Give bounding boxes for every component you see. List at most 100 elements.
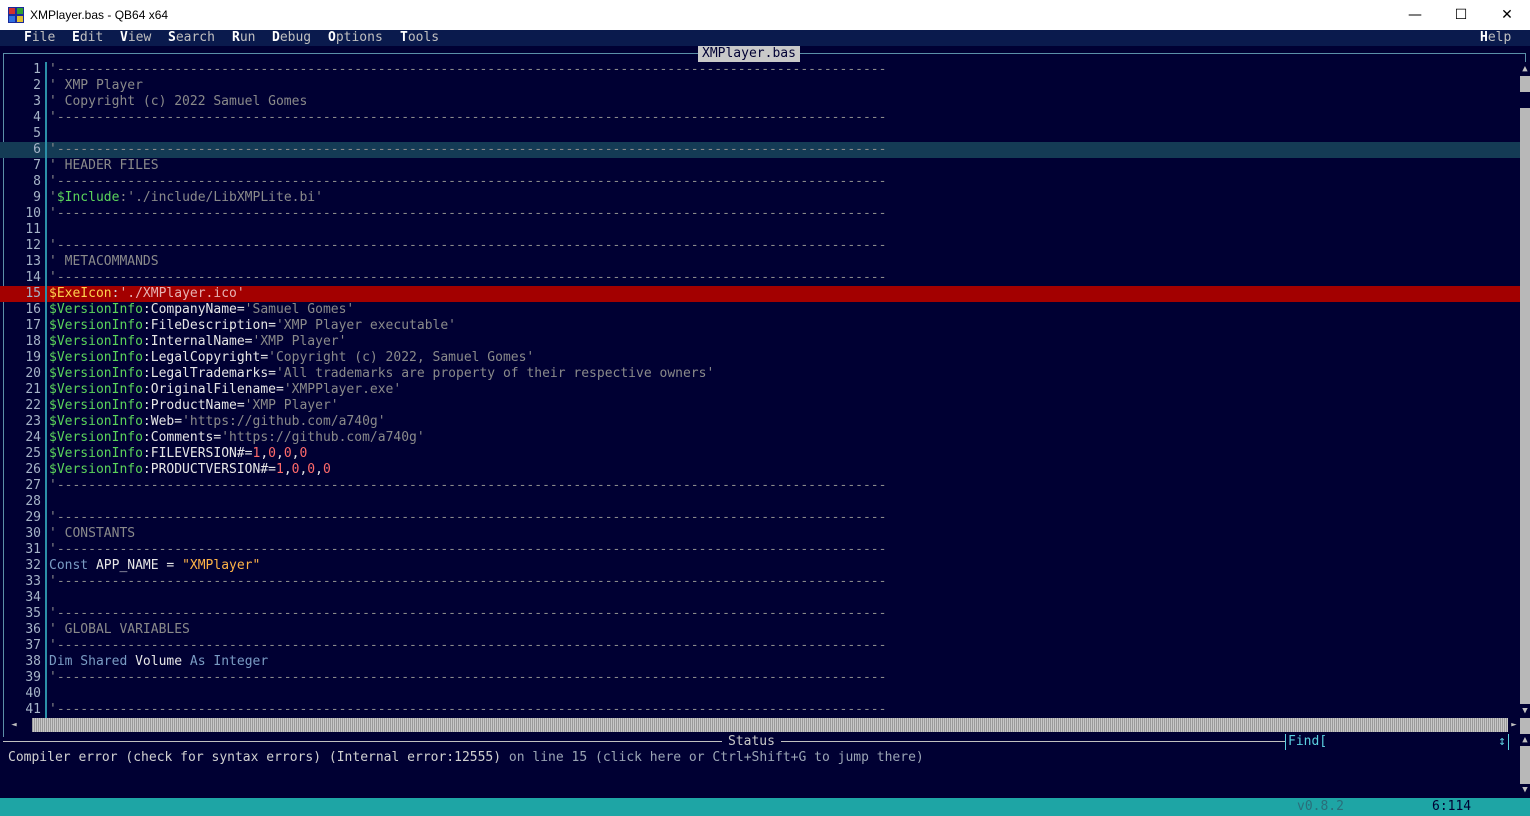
menu-debug[interactable]: Debug [272,30,311,46]
code-line[interactable]: 37 '-------------------------------------… [0,638,1521,654]
code-line[interactable]: 15 $ExeIcon:'./XMPlayer.ico' [0,286,1521,302]
code-line[interactable]: 28 [0,494,1521,510]
code-token: '---------------------------------------… [49,542,887,557]
code-line[interactable]: 4 '--------------------------------------… [0,110,1521,126]
code-token: $VersionInfo [49,350,143,365]
line-number: 24 [25,430,41,445]
code-line[interactable]: 17 $VersionInfo:FileDescription='XMP Play… [0,318,1521,334]
code-line[interactable]: 38 Dim Shared Volume As Integer [0,654,1521,670]
code-line[interactable]: 35 '-------------------------------------… [0,606,1521,622]
vertical-scroll-thumb[interactable] [1520,92,1530,108]
code-token: :CompanyName= [142,302,245,317]
code-line[interactable]: 1 '--------------------------------------… [0,62,1521,78]
scroll-right-arrow-icon[interactable]: ► [1508,718,1520,732]
status-scroll-down-icon[interactable]: ▼ [1520,784,1530,796]
code-line[interactable]: 40 [0,686,1521,702]
line-text: $VersionInfo:InternalName='XMP Player' [49,334,346,350]
code-line[interactable]: 19 $VersionInfo:LegalCopyright='Copyright… [0,350,1521,366]
jump-to-line-hint[interactable]: on line 15 (click here or Ctrl+Shift+G t… [501,750,924,765]
code-token: 'XMP Player' [252,334,347,349]
menu-bar: File Edit View Search Run Debug Options … [0,30,1530,46]
code-line[interactable]: 24 $VersionInfo:Comments='https://github.… [0,430,1521,446]
code-line[interactable]: 27 '-------------------------------------… [0,478,1521,494]
code-line[interactable]: 31 '-------------------------------------… [0,542,1521,558]
code-line[interactable]: 5 [0,126,1521,142]
menu-view[interactable]: View [120,30,151,46]
code-editor[interactable]: 1 '--------------------------------------… [0,62,1521,718]
line-text: $VersionInfo:Comments='https://github.co… [49,430,425,446]
line-text: '---------------------------------------… [49,110,886,126]
code-line[interactable]: 34 [0,590,1521,606]
horizontal-scroll-thumb[interactable] [20,718,32,732]
editor-vertical-scrollbar[interactable]: ▲ ▼ [1520,62,1530,746]
menu-run[interactable]: Run [232,30,255,46]
line-text: ' METACOMMANDS [49,254,159,270]
maximize-icon: ☐ [1454,7,1468,23]
code-line[interactable]: 7 ' HEADER FILES [0,158,1521,174]
code-line[interactable]: 20 $VersionInfo:LegalTrademarks='All trad… [0,366,1521,382]
code-line[interactable]: 18 $VersionInfo:InternalName='XMP Player' [0,334,1521,350]
code-line[interactable]: 41 '-------------------------------------… [0,702,1521,718]
line-text: $VersionInfo:LegalTrademarks='All tradem… [49,366,714,382]
scroll-down-arrow-icon[interactable]: ▼ [1520,704,1530,718]
code-line[interactable]: 21 $VersionInfo:OriginalFilename='XMPPlay… [0,382,1521,398]
line-text: $ExeIcon:'./XMPlayer.ico' [49,286,245,302]
find-history-icon[interactable]: ↕ [1498,734,1506,750]
status-vertical-scrollbar[interactable]: ▲ ▼ [1520,734,1530,796]
code-line[interactable]: 26 $VersionInfo:PRODUCTVERSION#=1,0,0,0 [0,462,1521,478]
close-icon: ✕ [1501,7,1513,23]
line-text: '---------------------------------------… [49,62,886,78]
menu-help[interactable]: Help [1480,30,1511,46]
code-line[interactable]: 6 '--------------------------------------… [0,142,1521,158]
cursor-position: 6:114 [1432,799,1472,814]
code-line[interactable]: 2 ' XMP Player [0,78,1521,94]
qb64-app-icon[interactable] [8,7,24,23]
code-token: $VersionInfo [49,446,143,461]
code-token: Dim Shared [49,654,128,669]
line-number: 16 [25,302,41,317]
file-tab[interactable]: XMPlayer.bas [698,46,800,62]
code-line[interactable]: 33 '-------------------------------------… [0,574,1521,590]
menu-search[interactable]: Search [168,30,215,46]
menu-tools[interactable]: Tools [400,30,439,46]
editor-horizontal-scrollbar[interactable]: ◄ ► [8,718,1520,732]
menu-file[interactable]: File [24,30,55,46]
code-line[interactable]: 13 ' METACOMMANDS [0,254,1521,270]
close-button[interactable]: ✕ [1484,0,1530,30]
code-token: :PRODUCTVERSION#= [142,462,276,477]
code-token: '---------------------------------------… [49,702,887,717]
menu-edit[interactable]: Edit [72,30,103,46]
scroll-up-arrow-icon[interactable]: ▲ [1520,62,1530,76]
code-line[interactable]: 3 ' Copyright (c) 2022 Samuel Gomes [0,94,1521,110]
line-text: $VersionInfo:FileDescription='XMP Player… [49,318,456,334]
code-token: :OriginalFilename= [142,382,284,397]
status-scroll-up-icon[interactable]: ▲ [1520,734,1530,746]
code-line[interactable]: 11 [0,222,1521,238]
code-line[interactable]: 25 $VersionInfo:FILEVERSION#=1,0,0,0 [0,446,1521,462]
find-field[interactable]: Find[ ↕ [1285,734,1509,750]
line-number: 1 [33,62,41,77]
code-line[interactable]: 10 '-------------------------------------… [0,206,1521,222]
code-line[interactable]: 22 $VersionInfo:ProductName='XMP Player' [0,398,1521,414]
maximize-button[interactable]: ☐ [1438,0,1484,30]
code-line[interactable]: 39 '-------------------------------------… [0,670,1521,686]
code-line[interactable]: 30 ' CONSTANTS [0,526,1521,542]
code-token: Volume [127,654,190,669]
code-token: ' Copyright (c) 2022 Samuel Gomes [49,94,308,109]
code-line[interactable]: 32 Const APP_NAME = "XMPlayer" [0,558,1521,574]
code-line[interactable]: 16 $VersionInfo:CompanyName='Samuel Gomes… [0,302,1521,318]
code-line[interactable]: 23 $VersionInfo:Web='https://github.com/a… [0,414,1521,430]
code-line[interactable]: 12 '-------------------------------------… [0,238,1521,254]
code-line[interactable]: 29 '-------------------------------------… [0,510,1521,526]
menu-options[interactable]: Options [328,30,383,46]
code-line[interactable]: 14 '-------------------------------------… [0,270,1521,286]
code-token: 'XMP Player' [244,398,339,413]
scroll-left-arrow-icon[interactable]: ◄ [8,718,20,732]
minimize-button[interactable]: — [1392,0,1438,30]
line-text: $VersionInfo:FILEVERSION#=1,0,0,0 [49,446,307,462]
code-line[interactable]: 36 ' GLOBAL VARIABLES [0,622,1521,638]
code-line[interactable]: 8 '--------------------------------------… [0,174,1521,190]
code-line[interactable]: 9 '$Include:'./include/LibXMPLite.bi' [0,190,1521,206]
compiler-status-message[interactable]: Compiler error (check for syntax errors)… [8,750,924,766]
code-token: 0 [322,462,331,477]
